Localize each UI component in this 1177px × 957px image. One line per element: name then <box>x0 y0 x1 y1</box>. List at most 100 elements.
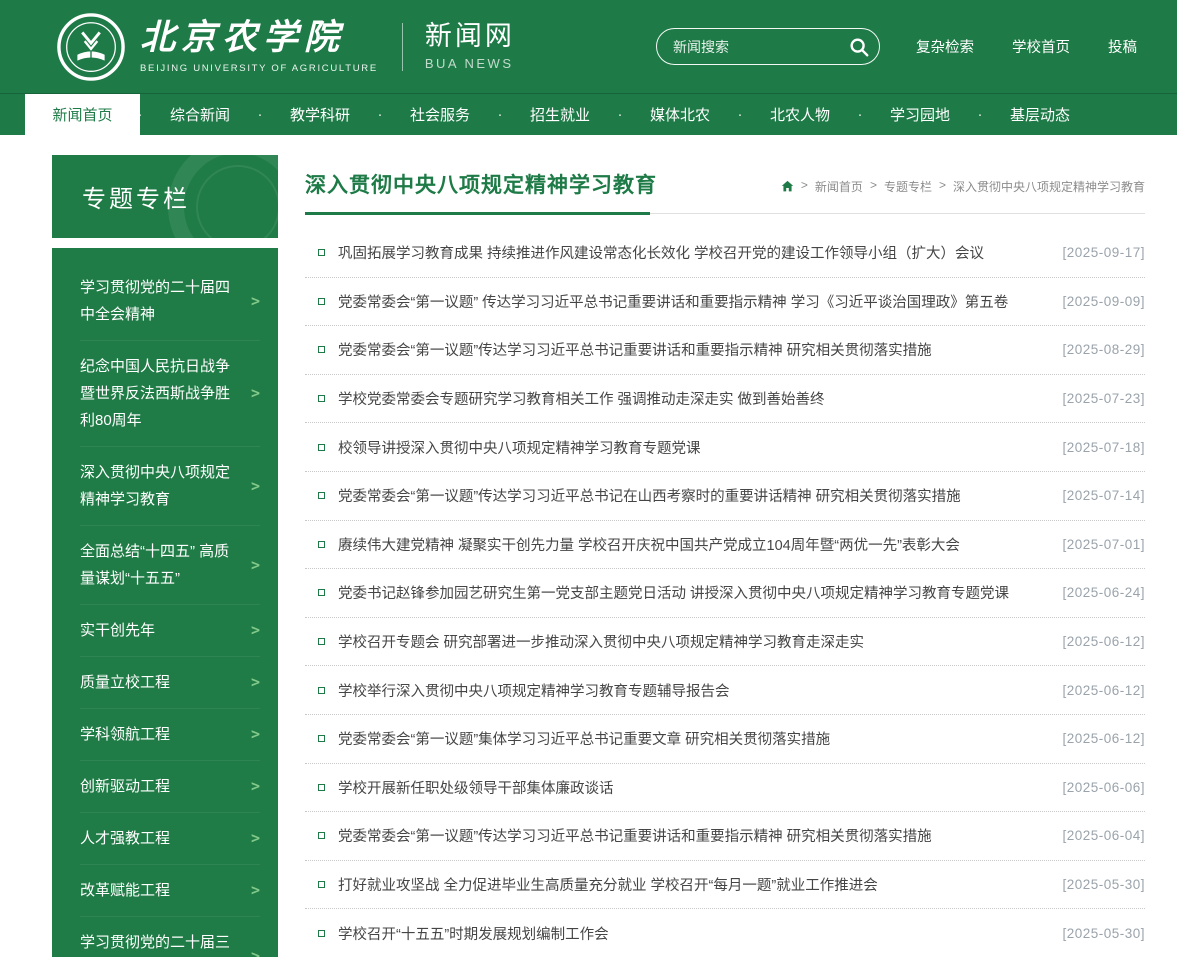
nav-item-label: 综合新闻 <box>140 104 260 125</box>
news-title-link[interactable]: 学校召开专题会 研究部署进一步推动深入贯彻中央八项规定精神学习教育走深走实 <box>338 631 864 652</box>
news-title-link[interactable]: 打好就业攻坚战 全力促进毕业生高质量充分就业 学校召开“每月一题”就业工作推进会 <box>338 874 878 895</box>
sidebar-topic-item[interactable]: 学习贯彻党的二十届四中全会精神 > <box>80 262 260 341</box>
breadcrumb-item[interactable]: > 专题专栏 <box>870 178 932 195</box>
breadcrumb-label: 深入贯彻中央八项规定精神学习教育 <box>953 178 1145 195</box>
news-row[interactable]: 党委常委会“第一议题”传达学习习近平总书记重要讲话和重要指示精神 研究相关贯彻落… <box>305 812 1145 861</box>
news-title-link[interactable]: 党委常委会“第一议题” 传达学习习近平总书记重要讲话和重要指示精神 学习《习近平… <box>338 291 1008 312</box>
news-title-link[interactable]: 赓续伟大建党精神 凝聚实干创先力量 学校召开庆祝中国共产党成立104周年暨“两优… <box>338 534 960 555</box>
square-bullet-icon <box>318 638 325 645</box>
breadcrumb-label: 专题专栏 <box>884 178 932 195</box>
university-logo[interactable]: 北京农学院 BEIJING UNIVERSITY OF AGRICULTURE <box>56 12 378 82</box>
main-nav: · 新闻首页 · 综合新闻 · 教学科研 · 社会服务 · 招生就业 <box>0 93 1177 135</box>
sidebar-topic-item[interactable]: 学习贯彻党的二十届三中全会精神 > <box>80 917 260 957</box>
news-row[interactable]: 党委常委会“第一议题” 传达学习习近平总书记重要讲话和重要指示精神 学习《习近平… <box>305 278 1145 327</box>
university-name-en: BEIJING UNIVERSITY OF AGRICULTURE <box>140 63 378 74</box>
nav-item-label: 社会服务 <box>380 104 500 125</box>
news-title-link[interactable]: 校领导讲授深入贯彻中央八项规定精神学习教育专题党课 <box>338 437 701 458</box>
page-header: 深入贯彻中央八项规定精神学习教育 > 新闻首页 > 专题专 <box>305 169 1145 214</box>
news-row[interactable]: 校领导讲授深入贯彻中央八项规定精神学习教育专题党课 [2025-07-18] <box>305 423 1145 472</box>
news-row[interactable]: 打好就业攻坚战 全力促进毕业生高质量充分就业 学校召开“每月一题”就业工作推进会… <box>305 861 1145 910</box>
news-date: [2025-06-06] <box>1042 780 1145 795</box>
nav-item[interactable]: · 媒体北农 <box>620 94 740 135</box>
chevron-right-icon: > <box>251 552 260 579</box>
page-title: 深入贯彻中央八项规定精神学习教育 <box>305 169 657 199</box>
news-title-link[interactable]: 党委常委会“第一议题”传达学习习近平总书记重要讲话和重要指示精神 研究相关贯彻落… <box>338 339 932 360</box>
news-title-link[interactable]: 学校开展新任职处级领导干部集体廉政谈话 <box>338 777 614 798</box>
square-bullet-icon <box>318 249 325 256</box>
sidebar-topic-label: 质量立校工程 <box>80 669 251 696</box>
sidebar-topic-label: 实干创先年 <box>80 617 251 644</box>
square-bullet-icon <box>318 492 325 499</box>
news-row[interactable]: 赓续伟大建党精神 凝聚实干创先力量 学校召开庆祝中国共产党成立104周年暨“两优… <box>305 521 1145 570</box>
header-link[interactable]: 投稿 <box>1108 36 1137 57</box>
sidebar-topic-item[interactable]: 实干创先年 > <box>80 605 260 657</box>
news-title-link[interactable]: 党委常委会“第一议题”传达学习习近平总书记重要讲话和重要指示精神 研究相关贯彻落… <box>338 825 932 846</box>
news-date: [2025-05-30] <box>1042 877 1145 892</box>
news-row[interactable]: 学校举行深入贯彻中央八项规定精神学习教育专题辅导报告会 [2025-06-12] <box>305 666 1145 715</box>
sidebar-topic-item[interactable]: 改革赋能工程 > <box>80 865 260 917</box>
sidebar-title: 专题专栏 <box>82 179 190 214</box>
news-title-link[interactable]: 学校举行深入贯彻中央八项规定精神学习教育专题辅导报告会 <box>338 680 730 701</box>
square-bullet-icon <box>318 735 325 742</box>
nav-item[interactable]: · 招生就业 <box>500 94 620 135</box>
news-row[interactable]: 学校召开专题会 研究部署进一步推动深入贯彻中央八项规定精神学习教育走深走实 [2… <box>305 618 1145 667</box>
news-title-link[interactable]: 学校召开“十五五”时期发展规划编制工作会 <box>338 923 609 944</box>
site-name-cn: 新闻网 <box>425 23 515 50</box>
sidebar-topic-item[interactable]: 深入贯彻中央八项规定精神学习教育 > <box>80 447 260 526</box>
nav-item[interactable]: · 基层动态 <box>980 94 1100 135</box>
nav-item-label: 招生就业 <box>500 104 620 125</box>
news-row[interactable]: 巩固拓展学习教育成果 持续推进作风建设常态化长效化 学校召开党的建设工作领导小组… <box>305 229 1145 278</box>
news-title-link[interactable]: 党委常委会“第一议题”集体学习习近平总书记重要文章 研究相关贯彻落实措施 <box>338 728 830 749</box>
sidebar-topic-item[interactable]: 纪念中国人民抗日战争暨世界反法西斯战争胜利80周年 > <box>80 341 260 447</box>
site-header: 北京农学院 BEIJING UNIVERSITY OF AGRICULTURE … <box>0 0 1177 93</box>
sidebar-topic-label: 改革赋能工程 <box>80 877 251 904</box>
nav-item[interactable]: · 综合新闻 <box>140 94 260 135</box>
news-title-link[interactable]: 巩固拓展学习教育成果 持续推进作风建设常态化长效化 学校召开党的建设工作领导小组… <box>338 242 984 263</box>
breadcrumb-item[interactable]: > 新闻首页 <box>801 178 863 195</box>
header-link[interactable]: 学校首页 <box>1012 36 1070 57</box>
sidebar-topic-item[interactable]: 质量立校工程 > <box>80 657 260 709</box>
square-bullet-icon <box>318 832 325 839</box>
header-link[interactable]: 复杂检索 <box>916 36 974 57</box>
nav-item[interactable]: · 北农人物 <box>740 94 860 135</box>
breadcrumb-item[interactable]: > 深入贯彻中央八项规定精神学习教育 <box>939 178 1145 195</box>
nav-item[interactable]: · 教学科研 <box>260 94 380 135</box>
news-title-link[interactable]: 学校党委常委会专题研究学习教育相关工作 强调推动走深走实 做到善始善终 <box>338 388 825 409</box>
chevron-right-icon: > <box>251 669 260 696</box>
sidebar-topic-item[interactable]: 学科领航工程 > <box>80 709 260 761</box>
sidebar-topic-label: 全面总结“十四五” 高质量谋划“十五五” <box>80 538 251 592</box>
news-row[interactable]: 学校召开“十五五”时期发展规划编制工作会 [2025-05-30] <box>305 909 1145 957</box>
sidebar-topic-item[interactable]: 全面总结“十四五” 高质量谋划“十五五” > <box>80 526 260 605</box>
square-bullet-icon <box>318 395 325 402</box>
news-date: [2025-07-18] <box>1042 440 1145 455</box>
news-row[interactable]: 党委书记赵锋参加园艺研究生第一党支部主题党日活动 讲授深入贯彻中央八项规定精神学… <box>305 569 1145 618</box>
chevron-right-icon: > <box>251 288 260 315</box>
nav-item[interactable]: · 新闻首页 <box>25 94 140 135</box>
news-row[interactable]: 党委常委会“第一议题”集体学习习近平总书记重要文章 研究相关贯彻落实措施 [20… <box>305 715 1145 764</box>
square-bullet-icon <box>318 444 325 451</box>
nav-item[interactable]: · 社会服务 <box>380 94 500 135</box>
square-bullet-icon <box>318 930 325 937</box>
news-date: [2025-06-24] <box>1042 585 1145 600</box>
search-icon <box>848 36 870 58</box>
search-button[interactable] <box>845 33 873 61</box>
news-date: [2025-07-01] <box>1042 537 1145 552</box>
news-row[interactable]: 党委常委会“第一议题”传达学习习近平总书记重要讲话和重要指示精神 研究相关贯彻落… <box>305 326 1145 375</box>
nav-item-label: 媒体北农 <box>620 104 740 125</box>
news-row[interactable]: 党委常委会“第一议题”传达学习习近平总书记在山西考察时的重要讲话精神 研究相关贯… <box>305 472 1145 521</box>
header-divider <box>402 23 403 71</box>
news-date: [2025-06-12] <box>1042 634 1145 649</box>
nav-item[interactable]: · 学习园地 <box>860 94 980 135</box>
news-row[interactable]: 学校开展新任职处级领导干部集体廉政谈话 [2025-06-06] <box>305 764 1145 813</box>
chevron-right-icon: > <box>251 943 260 957</box>
sidebar-topic-item[interactable]: 人才强教工程 > <box>80 813 260 865</box>
sidebar-topic-item[interactable]: 创新驱动工程 > <box>80 761 260 813</box>
chevron-right-icon: > <box>251 773 260 800</box>
university-seal-icon <box>56 12 126 82</box>
news-date: [2025-06-12] <box>1042 683 1145 698</box>
news-title-link[interactable]: 党委常委会“第一议题”传达学习习近平总书记在山西考察时的重要讲话精神 研究相关贯… <box>338 485 961 506</box>
news-row[interactable]: 学校党委常委会专题研究学习教育相关工作 强调推动走深走实 做到善始善终 [202… <box>305 375 1145 424</box>
search-input[interactable] <box>673 39 845 55</box>
news-list: 巩固拓展学习教育成果 持续推进作风建设常态化长效化 学校召开党的建设工作领导小组… <box>305 229 1145 957</box>
news-title-link[interactable]: 党委书记赵锋参加园艺研究生第一党支部主题党日活动 讲授深入贯彻中央八项规定精神学… <box>338 582 1009 603</box>
